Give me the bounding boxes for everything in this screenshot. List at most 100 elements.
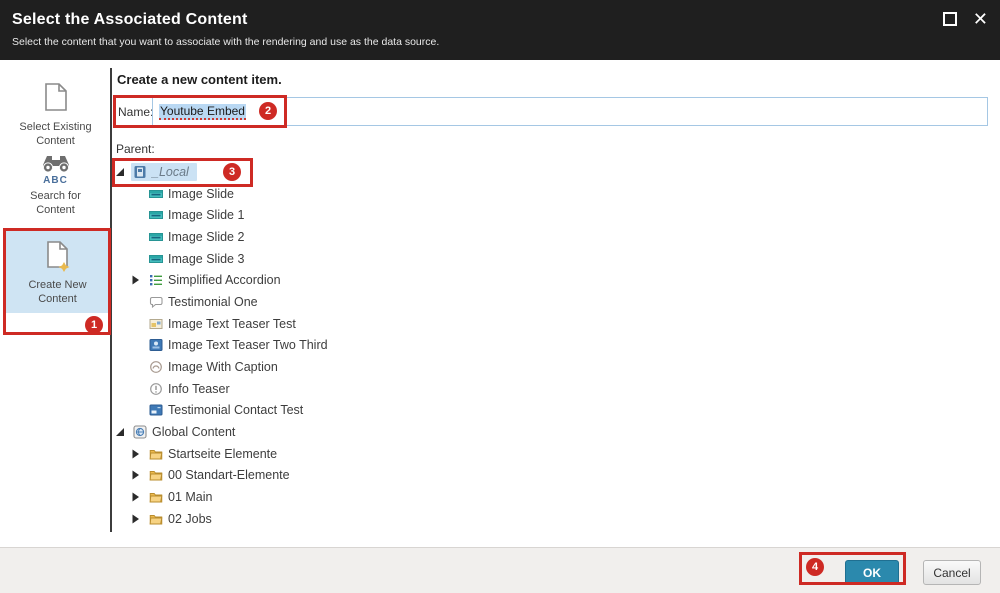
- toggle-spacer: [131, 188, 147, 200]
- sidebar-item-select-existing-content[interactable]: Select Existing Content: [0, 82, 111, 149]
- tree-item[interactable]: Testimonial Contact Test: [0, 400, 760, 422]
- parent-field-label: Parent:: [116, 142, 155, 156]
- tree-item-inner[interactable]: Image Slide 2: [147, 228, 252, 246]
- tree-item-label: _Local: [152, 165, 189, 179]
- folder-icon: [149, 468, 163, 482]
- tree-item-inner[interactable]: Testimonial Contact Test: [147, 401, 311, 419]
- folder-icon: [149, 512, 163, 526]
- tree-item-inner[interactable]: Simplified Accordion: [147, 271, 289, 289]
- toggle-spacer: [131, 339, 147, 351]
- tree-item-label: Image Slide 1: [168, 208, 244, 222]
- tree-item-label: Image Slide 3: [168, 252, 244, 266]
- tree-item-label: Image Text Teaser Two Third: [168, 338, 328, 352]
- tree-item-inner[interactable]: Image Slide 3: [147, 250, 252, 268]
- window-controls: ✕: [943, 12, 988, 26]
- toggle-spacer: [131, 231, 147, 243]
- tree-item-inner[interactable]: _Local: [131, 163, 197, 181]
- tree-item-label: Startseite Elemente: [168, 447, 277, 461]
- image-caption-icon: [149, 360, 163, 374]
- tree-item[interactable]: 02 Jobs: [0, 508, 760, 530]
- tree-item-label: Image Slide 2: [168, 230, 244, 244]
- folder-icon: [149, 447, 163, 461]
- close-icon[interactable]: ✕: [973, 12, 988, 26]
- tree-item[interactable]: Image Slide 1: [0, 204, 760, 226]
- expand-toggle-icon[interactable]: [131, 448, 147, 460]
- tree-item[interactable]: Simplified Accordion: [0, 269, 760, 291]
- tree-item-inner[interactable]: 02 Jobs: [147, 510, 220, 528]
- expand-toggle-icon[interactable]: [131, 469, 147, 481]
- tree-item[interactable]: Global Content: [0, 421, 760, 443]
- toggle-spacer: [131, 361, 147, 373]
- tree-item[interactable]: Info Teaser: [0, 378, 760, 400]
- image-slide-icon: [149, 230, 163, 244]
- image-slide-icon: [149, 252, 163, 266]
- tree-item-inner[interactable]: Global Content: [131, 423, 243, 441]
- tree-item-inner[interactable]: Image With Caption: [147, 358, 286, 376]
- dialog-title: Select the Associated Content: [12, 11, 247, 29]
- tree-item-inner[interactable]: Image Text Teaser Two Third: [147, 336, 336, 354]
- tree-item-label: Testimonial One: [168, 295, 258, 309]
- folder-icon: [149, 490, 163, 504]
- globe-box-icon: [133, 425, 147, 439]
- tree-item-inner[interactable]: 01 Main: [147, 488, 220, 506]
- cancel-button[interactable]: Cancel: [923, 560, 981, 585]
- content-tree: _Local Image Slide Image Slide 1 Image Slid…: [0, 161, 760, 530]
- dialog-subtitle: Select the content that you want to asso…: [12, 36, 439, 48]
- tree-item-inner[interactable]: Image Slide: [147, 185, 242, 203]
- info-circle-icon: [149, 382, 163, 396]
- tree-item-inner[interactable]: Startseite Elemente: [147, 445, 285, 463]
- maximize-icon[interactable]: [943, 12, 957, 26]
- image-slide-icon: [149, 208, 163, 222]
- expand-toggle-icon[interactable]: [131, 491, 147, 503]
- tree-item[interactable]: Image Text Teaser Two Third: [0, 335, 760, 357]
- name-field-label: Name:: [118, 105, 153, 119]
- tree-item[interactable]: 01 Main: [0, 486, 760, 508]
- tree-item-inner[interactable]: Info Teaser: [147, 380, 238, 398]
- toggle-spacer: [131, 383, 147, 395]
- contact-card-icon: [149, 403, 163, 417]
- tree-item[interactable]: Image Slide 3: [0, 248, 760, 270]
- tree-item-label: Image Text Teaser Test: [168, 317, 296, 331]
- toggle-spacer: [131, 404, 147, 416]
- associated-content-dialog: Select the Associated Content Select the…: [0, 0, 1000, 593]
- tree-item-inner[interactable]: Image Text Teaser Test: [147, 315, 304, 333]
- tree-item-inner[interactable]: Image Slide 1: [147, 206, 252, 224]
- tree-item-label: Info Teaser: [168, 382, 230, 396]
- sidebar-item-label: Select Existing Content: [14, 121, 98, 149]
- tree-item-inner[interactable]: 00 Standart-Elemente: [147, 466, 298, 484]
- speech-bubble-icon: [149, 295, 163, 309]
- page-title: Create a new content item.: [117, 72, 282, 87]
- tree-item[interactable]: 00 Standart-Elemente: [0, 465, 760, 487]
- image-text-teaser-blue-icon: [149, 338, 163, 352]
- tree-item[interactable]: Startseite Elemente: [0, 443, 760, 465]
- expand-toggle-icon[interactable]: [131, 274, 147, 286]
- tree-item-label: 01 Main: [168, 490, 212, 504]
- tree-item[interactable]: Image Slide 2: [0, 226, 760, 248]
- tree-item-label: 00 Standart-Elemente: [168, 468, 290, 482]
- tree-item[interactable]: Image Text Teaser Test: [0, 313, 760, 335]
- ok-button[interactable]: OK: [845, 560, 899, 585]
- name-input-selected-text: Youtube Embed: [159, 104, 246, 120]
- accordion-list-icon: [149, 273, 163, 287]
- collapse-toggle-icon[interactable]: [115, 426, 131, 438]
- tree-item[interactable]: Image Slide: [0, 183, 760, 205]
- toggle-spacer: [131, 318, 147, 330]
- tree-item-label: Simplified Accordion: [168, 273, 281, 287]
- toggle-spacer: [131, 209, 147, 221]
- tree-item-inner[interactable]: Testimonial One: [147, 293, 266, 311]
- tree-item[interactable]: Testimonial One: [0, 291, 760, 313]
- toggle-spacer: [131, 253, 147, 265]
- tree-item[interactable]: Image With Caption: [0, 356, 760, 378]
- document-icon: [0, 82, 111, 117]
- local-item-icon: [133, 165, 147, 179]
- tree-item-label: Testimonial Contact Test: [168, 403, 303, 417]
- collapse-toggle-icon[interactable]: [115, 166, 131, 178]
- name-input[interactable]: Youtube Embed: [152, 97, 988, 126]
- tree-item-label: Image Slide: [168, 187, 234, 201]
- expand-toggle-icon[interactable]: [131, 513, 147, 525]
- image-slide-icon: [149, 187, 163, 201]
- dialog-header: Select the Associated Content Select the…: [0, 0, 1000, 60]
- tree-item[interactable]: _Local: [0, 161, 760, 183]
- image-text-teaser-icon: [149, 317, 163, 331]
- tree-item-label: 02 Jobs: [168, 512, 212, 526]
